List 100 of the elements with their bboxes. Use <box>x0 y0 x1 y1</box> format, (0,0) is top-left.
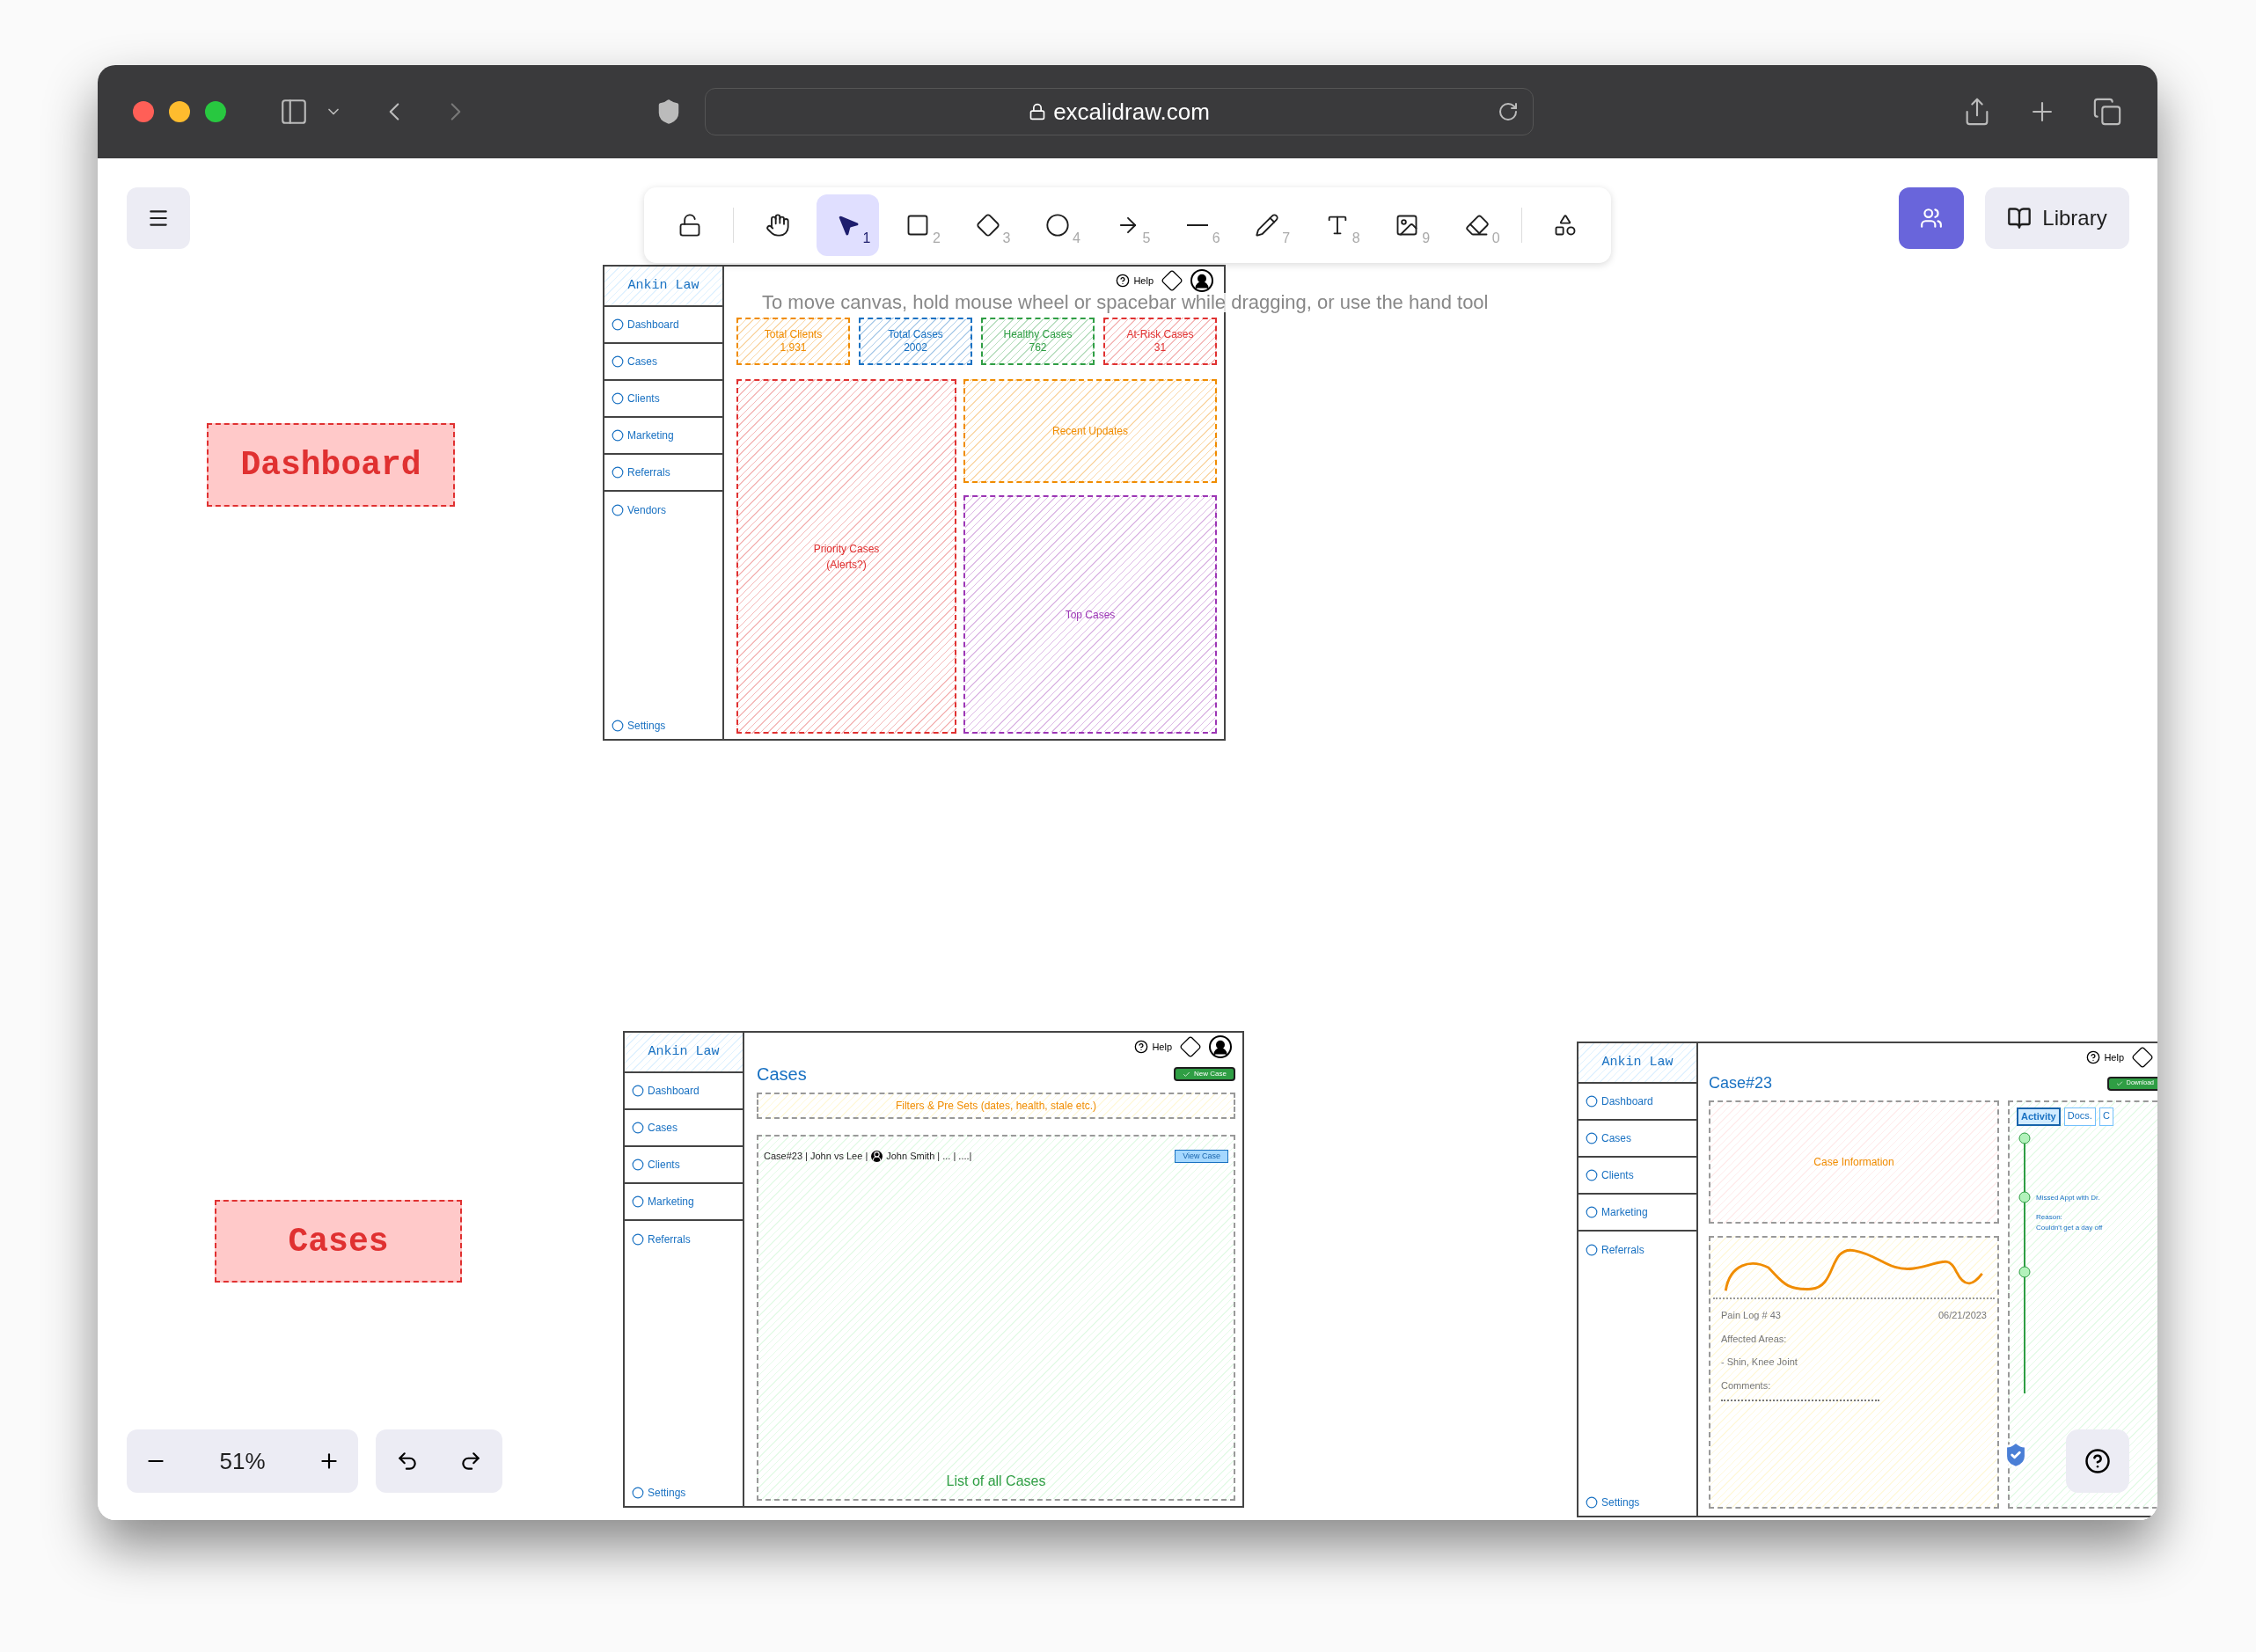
undo-icon[interactable] <box>396 1450 419 1473</box>
circle-icon <box>632 1159 644 1171</box>
library-button[interactable]: Library <box>1985 187 2129 249</box>
check-icon <box>2115 1079 2123 1087</box>
circle-icon <box>1586 1496 1598 1509</box>
circle-icon <box>612 318 624 331</box>
nav-item[interactable]: Cases <box>625 1110 743 1147</box>
nav-item[interactable]: Cases <box>1578 1121 1696 1158</box>
stat-title: Total Clients <box>764 328 823 341</box>
nav-item[interactable]: Settings <box>625 1480 743 1506</box>
avatar-icon[interactable] <box>1209 1035 1232 1058</box>
stat-title: At-Risk Cases <box>1126 328 1194 341</box>
help-button[interactable] <box>2066 1429 2129 1493</box>
nav-item[interactable]: Dashboard <box>625 1073 743 1110</box>
tab[interactable]: C <box>2099 1107 2113 1126</box>
stat-title: Healthy Cases <box>1003 328 1073 341</box>
help-icon[interactable] <box>1116 274 1131 288</box>
nav-item[interactable]: Referrals <box>604 455 722 492</box>
new-case-button[interactable]: New Case <box>1174 1067 1235 1081</box>
stat-title: Total Cases <box>888 328 943 341</box>
menu-button[interactable] <box>127 187 190 249</box>
hint-text: To move canvas, hold mouse wheel or spacebar while dragging, or use the hand tool <box>762 293 1489 312</box>
section-label: Dashboard <box>207 423 455 507</box>
nav-item[interactable]: Settings <box>604 713 722 739</box>
shortcut-number: 2 <box>932 230 941 247</box>
reason-text: Couldn't get a day off <box>2036 1222 2103 1233</box>
reason-label: Reason: <box>2036 1211 2063 1223</box>
nav-item[interactable]: Clients <box>625 1147 743 1184</box>
tab[interactable]: Docs. <box>2063 1107 2096 1126</box>
nav-item[interactable]: Settings <box>1578 1489 1696 1516</box>
diamond-icon <box>975 213 1000 238</box>
close-button[interactable] <box>133 101 154 122</box>
circle-icon <box>612 466 624 479</box>
case-info-panel: Case Information <box>1709 1100 1999 1224</box>
shortcut-number: 3 <box>1002 230 1011 247</box>
sidebar-icon[interactable] <box>279 97 309 127</box>
log-title: Pain Log # 43 <box>1721 1309 1781 1322</box>
nav-item[interactable]: Referrals <box>625 1221 743 1258</box>
url-text: excalidraw.com <box>1053 97 1210 127</box>
avatar-icon <box>871 1150 883 1162</box>
circle-icon <box>612 429 624 442</box>
panel-title: Priority Cases <box>813 541 880 557</box>
view-case-button[interactable]: View Case <box>1175 1149 1228 1163</box>
nav-item[interactable]: Vendors <box>604 492 722 529</box>
help-link[interactable]: Help <box>1152 1039 1172 1055</box>
diamond-shape <box>1179 1035 1202 1058</box>
reload-icon[interactable] <box>1498 101 1519 122</box>
comment-line[interactable] <box>1721 1400 1879 1401</box>
nav-item[interactable]: Clients <box>604 381 722 418</box>
nav-item[interactable]: Referrals <box>1578 1232 1696 1268</box>
help-icon[interactable] <box>2086 1050 2101 1064</box>
address-bar[interactable]: excalidraw.com <box>705 88 1534 135</box>
panel-title: Recent Updates <box>1051 424 1129 439</box>
help-icon[interactable] <box>1134 1040 1149 1054</box>
tool-button[interactable]: 1 <box>816 194 880 256</box>
redo-icon[interactable] <box>459 1450 482 1473</box>
shortcut-number: 7 <box>1282 230 1291 247</box>
shortcut-number: 4 <box>1072 230 1080 247</box>
shortcut-number: 8 <box>1351 230 1360 247</box>
circle-icon <box>632 1195 644 1208</box>
brand-header: Ankin Law <box>1578 1043 1696 1084</box>
circle-icon <box>1586 1095 1598 1107</box>
hand-icon <box>765 213 791 238</box>
help-link[interactable]: Help <box>2104 1049 2124 1065</box>
maximize-button[interactable] <box>205 101 226 122</box>
circle-icon <box>632 1122 644 1134</box>
help-link[interactable]: Help <box>1133 273 1154 289</box>
page-title: Case#23 <box>1709 1073 1773 1093</box>
panel-note: (Alerts?) <box>826 557 867 573</box>
nav-item[interactable]: Marketing <box>625 1184 743 1221</box>
nav-item[interactable]: Marketing <box>604 418 722 455</box>
circle-icon <box>632 1487 644 1499</box>
case-row-text[interactable]: Case#23 | John vs Lee | <box>764 1149 868 1164</box>
collaborate-button[interactable] <box>1899 187 1964 249</box>
case-row-text[interactable]: John Smith | ... | ....| <box>886 1149 972 1164</box>
circle-icon <box>1586 1206 1598 1218</box>
tabs-icon[interactable] <box>2092 97 2122 127</box>
diamond-shape <box>2131 1046 2154 1069</box>
circle-icon <box>1586 1132 1598 1144</box>
eraser-icon <box>1464 213 1490 238</box>
nav-item[interactable]: Clients <box>1578 1158 1696 1195</box>
circle-icon <box>612 355 624 368</box>
brand-header: Ankin Law <box>604 267 722 307</box>
tab[interactable]: Activity <box>2017 1107 2061 1126</box>
circle-icon <box>612 392 624 405</box>
shortcut-number: 1 <box>862 230 871 247</box>
help-icon <box>2084 1448 2111 1474</box>
nav-item[interactable]: Dashboard <box>1578 1084 1696 1121</box>
areas-label: Affected Areas: <box>1720 1332 1788 1346</box>
circle-icon <box>1586 1244 1598 1256</box>
stat-value: 31 <box>1154 341 1167 355</box>
zoom-level[interactable]: 51% <box>219 1444 266 1479</box>
circle-icon <box>612 720 624 732</box>
stat-value: 1,931 <box>780 341 807 355</box>
areas-text: - Shin, Knee Joint <box>1720 1356 1798 1369</box>
nav-item[interactable]: Cases <box>604 344 722 381</box>
minimize-button[interactable] <box>169 101 190 122</box>
nav-item[interactable]: Marketing <box>1578 1195 1696 1232</box>
nav-item[interactable]: Dashboard <box>604 307 722 344</box>
circle-icon <box>612 504 624 516</box>
